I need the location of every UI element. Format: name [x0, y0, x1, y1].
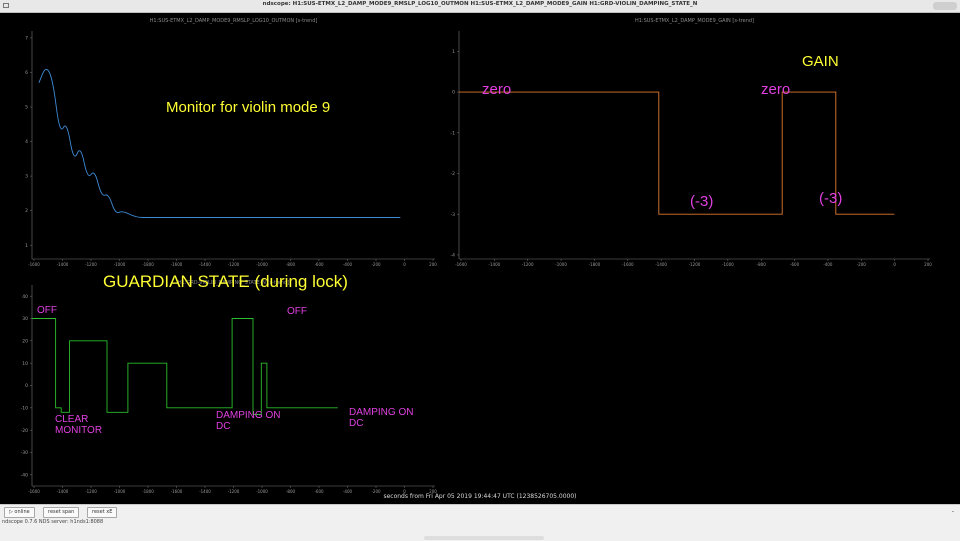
x-tick-label: 0	[893, 262, 896, 267]
window-title: ndscope: H1:SUS-ETMX_L2_DAMP_MODE9_RMSLP…	[262, 1, 698, 7]
x-tick-label: -1400	[57, 262, 69, 267]
x-tick-label: -200	[857, 262, 867, 267]
x-tick-label: -1400	[655, 262, 667, 267]
guardian-off-right: OFF	[287, 306, 307, 317]
series-line	[32, 318, 338, 415]
online-button[interactable]: ▷ online	[4, 507, 35, 518]
x-tick-label: -1200	[522, 262, 534, 267]
gain-zero-right: zero	[761, 81, 791, 98]
gain-heading: GAIN	[802, 53, 839, 70]
y-tick-label: -4	[451, 253, 456, 259]
scrollbar[interactable]	[424, 536, 544, 540]
y-tick-label: 5	[25, 105, 28, 111]
y-tick-label: 0	[452, 90, 455, 96]
x-tick-label: -1000	[722, 262, 734, 267]
y-tick-label: 30	[22, 316, 28, 322]
x-tick-label: -1600	[171, 262, 183, 267]
y-tick-label: 1	[25, 243, 28, 249]
x-tick-label: -1800	[142, 262, 154, 267]
y-tick-label: 3	[25, 174, 28, 180]
y-tick-label: -20	[21, 428, 28, 434]
y-tick-label: 1	[452, 49, 455, 55]
x-tick-label: -1400	[489, 262, 501, 267]
x-tick-label: -600	[314, 262, 324, 267]
y-tick-label: 2	[25, 208, 28, 214]
guardian-damping-left: DAMPING ON DC	[216, 410, 281, 432]
gain-minus-right: (-3)	[819, 190, 843, 207]
gain-zero-left: zero	[482, 81, 512, 98]
y-tick-label: 10	[22, 361, 28, 367]
x-tick-label: 0	[403, 262, 406, 267]
x-tick-label: -1400	[199, 262, 211, 267]
x-tick-label: -1800	[589, 262, 601, 267]
y-tick-label: 20	[22, 338, 28, 344]
x-tick-label: -600	[790, 262, 800, 267]
x-tick-label: -1200	[689, 262, 701, 267]
x-tick-label: -1000	[256, 262, 268, 267]
x-tick-label: -1000	[114, 262, 126, 267]
window-controls[interactable]	[933, 2, 957, 10]
status-text: ndscope 0.7.6 NDS server: h1nds1:8088	[2, 519, 104, 525]
window-resize-grip[interactable]: -	[952, 508, 954, 515]
x-tick-label: -1600	[455, 262, 467, 267]
monitor-annotation: Monitor for violin mode 9	[166, 99, 331, 116]
y-tick-label: 6	[25, 70, 28, 76]
y-tick-label: -2	[451, 171, 456, 177]
x-tick-label: -400	[343, 262, 353, 267]
x-tick-label: -1200	[85, 262, 97, 267]
guardian-off-left: OFF	[37, 305, 57, 316]
guardian-damping-right: DAMPING ON DC	[349, 407, 414, 429]
guardian-clear-monitor: CLEAR MONITOR	[55, 414, 103, 436]
y-tick-label: 40	[22, 294, 28, 300]
x-tick-label: -400	[823, 262, 833, 267]
window-titlebar: ndscope: H1:SUS-ETMX_L2_DAMP_MODE9_RMSLP…	[0, 0, 960, 13]
y-tick-label: 7	[25, 36, 28, 42]
y-tick-label: -30	[21, 450, 28, 456]
x-tick-label: 200	[924, 262, 932, 267]
y-tick-label: 4	[25, 139, 28, 145]
bottom-toolbar: ▷ online reset span reset xE ndscope 0.7…	[0, 504, 960, 541]
x-tick-label: -200	[371, 262, 381, 267]
gain-plot[interactable]: H1:SUS-ETMX_L2_DAMP_MODE9_GAIN [s-trend]…	[443, 13, 960, 273]
y-tick-label: 0	[25, 383, 28, 389]
x-tick-label: -1200	[228, 262, 240, 267]
series-line	[38, 68, 401, 218]
x-tick-label: -1600	[622, 262, 634, 267]
plot-area: H1:SUS-ETMX_L2_DAMP_MODE9_RMSLP_LOG10_OU…	[0, 13, 960, 504]
y-tick-label: -10	[21, 405, 28, 411]
y-tick-label: -3	[451, 212, 456, 218]
guardian-plot[interactable]: H1:GRD-VIOLIN_DAMPING_STATE_N [s-trend]4…	[0, 275, 440, 500]
y-tick-label: -40	[21, 472, 28, 478]
x-tick-label: -1600	[28, 262, 40, 267]
reset-xy-button[interactable]: reset xE	[87, 507, 118, 518]
monitor-plot[interactable]: H1:SUS-ETMX_L2_DAMP_MODE9_RMSLP_LOG10_OU…	[0, 13, 440, 273]
x-tick-label: -800	[757, 262, 767, 267]
x-tick-label: -1000	[555, 262, 567, 267]
x-axis-label: seconds from Fri Apr 05 2019 19:44:47 UT…	[383, 493, 577, 500]
reset-span-button[interactable]: reset span	[43, 507, 80, 518]
x-tick-label: -800	[286, 262, 296, 267]
gain-minus-left: (-3)	[690, 193, 714, 210]
plot-title: H1:SUS-ETMX_L2_DAMP_MODE9_RMSLP_LOG10_OU…	[150, 18, 318, 24]
y-tick-label: -1	[451, 130, 456, 136]
plot-title: H1:SUS-ETMX_L2_DAMP_MODE9_GAIN [s-trend]	[635, 18, 754, 24]
x-tick-label: 200	[429, 262, 437, 267]
guardian-heading: GUARDIAN STATE (during lock)	[103, 272, 348, 291]
